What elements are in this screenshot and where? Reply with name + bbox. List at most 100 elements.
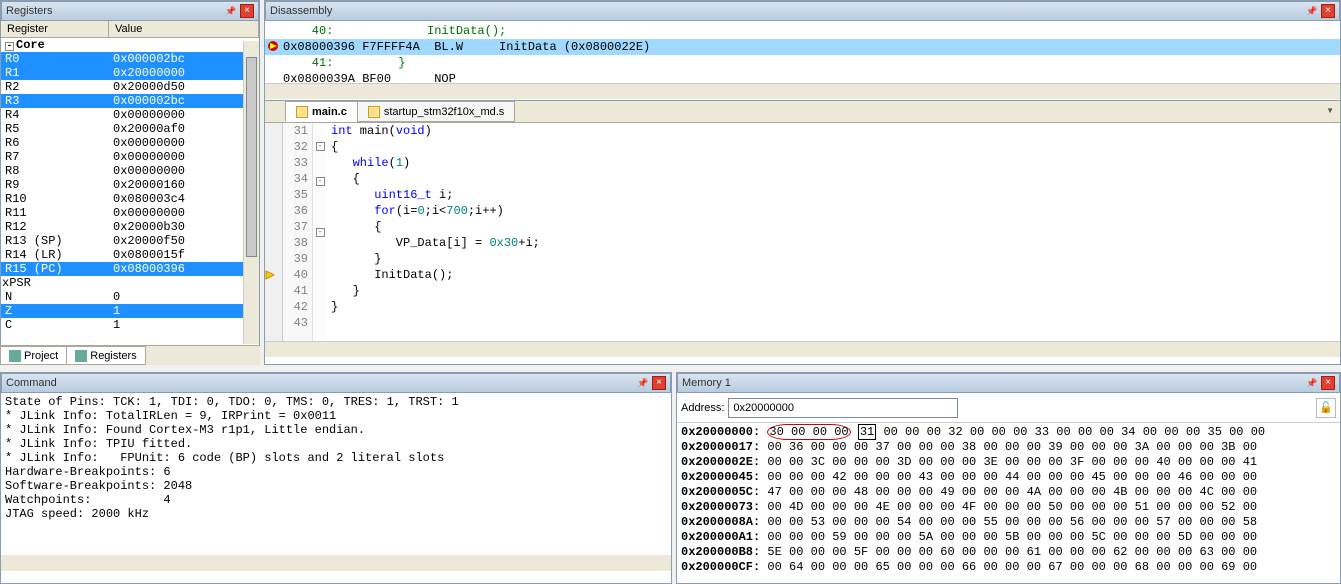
- register-row[interactable]: R30x000002bc: [1, 94, 259, 108]
- code-line[interactable]: {: [331, 139, 1340, 155]
- memory-body[interactable]: 0x20000000: 30 00 00 00 31 00 00 00 32 0…: [677, 423, 1340, 577]
- register-row[interactable]: R100x080003c4: [1, 192, 259, 206]
- memory-row[interactable]: 0x200000B8: 5E 00 00 00 5F 00 00 00 60 0…: [681, 545, 1336, 560]
- code-line[interactable]: int main(void): [331, 123, 1340, 139]
- register-row[interactable]: R10x20000000: [1, 66, 259, 80]
- memory-row[interactable]: 0x200000A1: 00 00 00 59 00 00 00 5A 00 0…: [681, 530, 1336, 545]
- memory-row[interactable]: 0x2000008A: 00 00 53 00 00 00 54 00 00 0…: [681, 515, 1336, 530]
- register-row[interactable]: R60x00000000: [1, 136, 259, 150]
- flag-row[interactable]: Z1: [1, 304, 259, 318]
- code-line[interactable]: uint16_t i;: [331, 187, 1340, 203]
- register-row[interactable]: R80x00000000: [1, 164, 259, 178]
- fold-cell[interactable]: [313, 260, 327, 276]
- fold-cell[interactable]: -: [313, 142, 327, 158]
- registers-scrollbar[interactable]: [243, 41, 259, 344]
- editor-code[interactable]: int main(void){ while(1) { uint16_t i; f…: [327, 123, 1340, 341]
- fold-cell[interactable]: [313, 123, 327, 139]
- disasm-line[interactable]: 41: }: [265, 55, 1340, 71]
- register-row[interactable]: R110x00000000: [1, 206, 259, 220]
- memory-row[interactable]: 0x2000002E: 00 00 3C 00 00 00 3D 00 00 0…: [681, 455, 1336, 470]
- line-number: 37: [283, 219, 308, 235]
- disassembly-hscroll[interactable]: [265, 83, 1340, 99]
- code-line[interactable]: InitData();: [331, 267, 1340, 283]
- fold-cell[interactable]: -: [313, 177, 327, 193]
- register-row[interactable]: R00x000002bc: [1, 52, 259, 66]
- register-row[interactable]: R70x00000000: [1, 150, 259, 164]
- fold-cell[interactable]: [313, 209, 327, 225]
- code-line[interactable]: }: [331, 299, 1340, 315]
- tab-main-c[interactable]: main.c: [285, 101, 358, 122]
- memory-row[interactable]: 0x2000005C: 47 00 00 00 48 00 00 00 49 0…: [681, 485, 1336, 500]
- register-row[interactable]: R40x00000000: [1, 108, 259, 122]
- gutter-cell: [265, 299, 282, 315]
- fold-cell[interactable]: [313, 193, 327, 209]
- close-icon[interactable]: ×: [652, 376, 666, 390]
- code-line[interactable]: VP_Data[i] = 0x30+i;: [331, 235, 1340, 251]
- disassembly-body[interactable]: 40: InitData();0x08000396 F7FFFF4A BL.W …: [265, 21, 1340, 83]
- code-line[interactable]: {: [331, 171, 1340, 187]
- close-icon[interactable]: ×: [1321, 4, 1335, 18]
- close-icon[interactable]: ×: [240, 4, 254, 18]
- fold-cell[interactable]: [313, 308, 327, 324]
- memory-row[interactable]: 0x20000045: 00 00 00 42 00 00 00 43 00 0…: [681, 470, 1336, 485]
- line-number: 40: [283, 267, 308, 283]
- close-icon[interactable]: ×: [1321, 376, 1335, 390]
- tab-registers[interactable]: Registers: [66, 346, 145, 365]
- memory-header: Memory 1 ×: [677, 373, 1340, 393]
- disasm-line[interactable]: 0x08000396 F7FFFF4A BL.W InitData (0x080…: [265, 39, 1340, 55]
- code-line[interactable]: {: [331, 219, 1340, 235]
- editor-body[interactable]: 31323334353637383940414243 --- int main(…: [265, 123, 1340, 341]
- line-number: 36: [283, 203, 308, 219]
- register-row[interactable]: R90x20000160: [1, 178, 259, 192]
- pin-icon[interactable]: [224, 4, 238, 18]
- lock-icon[interactable]: 🔓: [1316, 398, 1336, 418]
- line-number: 33: [283, 155, 308, 171]
- command-body[interactable]: State of Pins: TCK: 1, TDI: 0, TDO: 0, T…: [1, 393, 671, 553]
- memory-row[interactable]: 0x200000CF: 00 64 00 00 00 65 00 00 00 6…: [681, 560, 1336, 575]
- dropdown-icon[interactable]: [1326, 104, 1334, 116]
- fold-cell[interactable]: -: [313, 228, 327, 244]
- fold-cell[interactable]: [313, 292, 327, 308]
- code-line[interactable]: for(i=0;i<700;i++): [331, 203, 1340, 219]
- project-icon: [9, 350, 21, 362]
- fold-cell[interactable]: [313, 324, 327, 340]
- disasm-line[interactable]: 40: InitData();: [265, 23, 1340, 39]
- address-input[interactable]: [728, 398, 958, 418]
- fold-cell[interactable]: [313, 276, 327, 292]
- register-row[interactable]: R20x20000d50: [1, 80, 259, 94]
- code-line[interactable]: }: [331, 283, 1340, 299]
- code-line[interactable]: [331, 315, 1340, 331]
- gutter-cell: [265, 187, 282, 203]
- memory-row[interactable]: 0x20000073: 00 4D 00 00 00 4E 00 00 00 4…: [681, 500, 1336, 515]
- registers-tree[interactable]: -CoreR00x000002bcR10x20000000R20x20000d5…: [1, 38, 259, 343]
- register-row[interactable]: R120x20000b30: [1, 220, 259, 234]
- gutter-cell: [265, 283, 282, 299]
- col-value[interactable]: Value: [109, 21, 259, 37]
- pin-icon[interactable]: [1305, 376, 1319, 390]
- register-row[interactable]: R50x20000af0: [1, 122, 259, 136]
- register-row[interactable]: +xPSR: [1, 276, 259, 290]
- memory-row[interactable]: 0x20000000: 30 00 00 00 31 00 00 00 32 0…: [681, 425, 1336, 440]
- code-line[interactable]: while(1): [331, 155, 1340, 171]
- editor-hscroll[interactable]: [265, 341, 1340, 357]
- flag-row[interactable]: C1: [1, 318, 259, 332]
- tab-project[interactable]: Project: [0, 346, 67, 365]
- col-register[interactable]: Register: [1, 21, 109, 37]
- disasm-line[interactable]: 0x0800039A BF00 NOP: [265, 71, 1340, 83]
- file-icon: [368, 106, 380, 118]
- register-row[interactable]: R13 (SP)0x20000f50: [1, 234, 259, 248]
- register-row[interactable]: R14 (LR)0x0800015f: [1, 248, 259, 262]
- fold-cell[interactable]: [313, 158, 327, 174]
- code-line[interactable]: }: [331, 251, 1340, 267]
- line-number: 39: [283, 251, 308, 267]
- flag-row[interactable]: N0: [1, 290, 259, 304]
- command-hscroll[interactable]: [1, 555, 671, 571]
- memory-row[interactable]: 0x20000017: 00 36 00 00 00 37 00 00 00 3…: [681, 440, 1336, 455]
- register-row[interactable]: R15 (PC)0x08000396: [1, 262, 259, 276]
- fold-cell[interactable]: [313, 244, 327, 260]
- pin-icon[interactable]: [636, 376, 650, 390]
- editor-fold-column[interactable]: - - -: [313, 123, 327, 341]
- tab-startup_stm32f10x_md-s[interactable]: startup_stm32f10x_md.s: [357, 101, 515, 122]
- pin-icon[interactable]: [1305, 4, 1319, 18]
- editor-gutter: [265, 123, 283, 341]
